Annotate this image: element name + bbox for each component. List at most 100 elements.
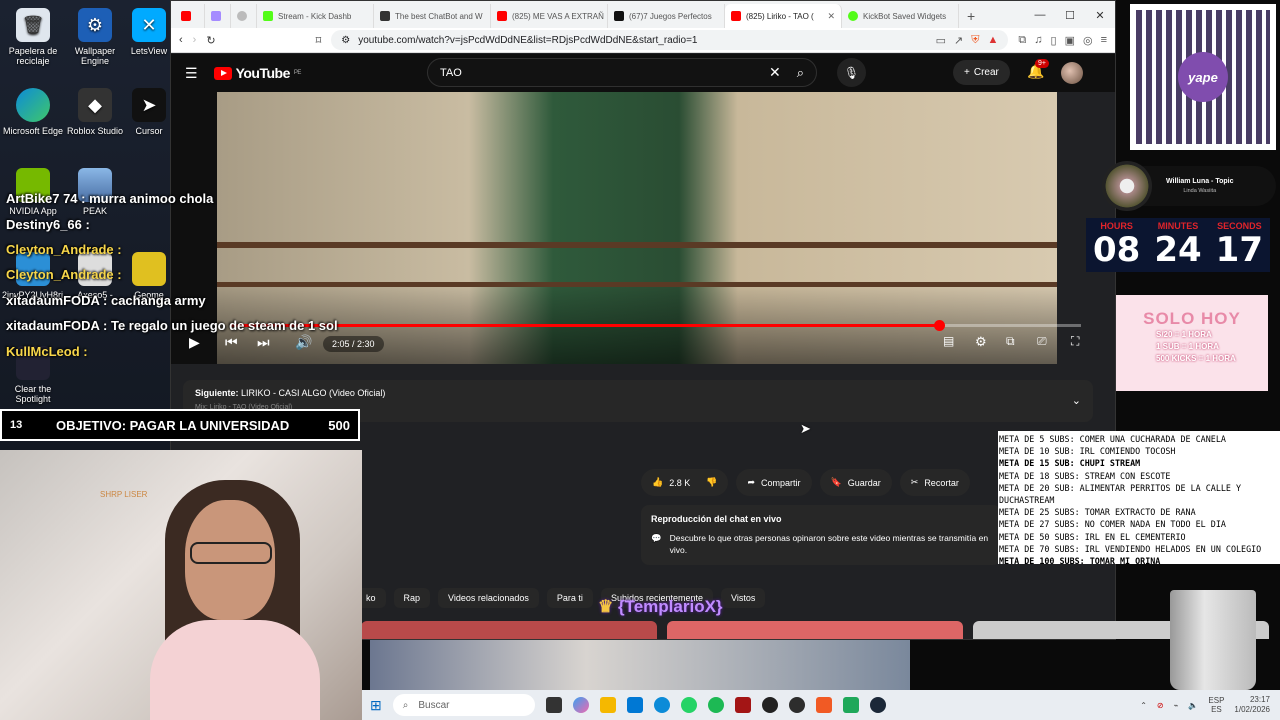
notifications-bell-icon[interactable]: 🔔 9+ xyxy=(1027,59,1049,80)
notification-badge: 9+ xyxy=(1035,59,1049,68)
store-icon[interactable] xyxy=(626,697,643,713)
app-tray-icon[interactable]: ⊘ xyxy=(1157,701,1164,710)
whatsapp-icon[interactable] xyxy=(680,697,697,713)
tab-pinned-3[interactable] xyxy=(231,4,257,28)
extensions-icon[interactable]: ⧉ xyxy=(1018,34,1026,47)
chip[interactable]: Rap xyxy=(393,588,431,608)
tab-me-vas-a-extranar[interactable]: (825) ME VAS A EXTRAÑ xyxy=(491,4,608,28)
minimize-icon[interactable]: — xyxy=(1025,9,1055,28)
tab-kickbot-widgets[interactable]: KickBot Saved Widgets xyxy=(842,4,959,28)
video-thumbnail[interactable] xyxy=(667,621,963,639)
filezilla-icon[interactable] xyxy=(734,697,751,713)
network-icon[interactable]: ⌁ xyxy=(1174,701,1179,710)
wallet-icon[interactable]: ▣ xyxy=(1065,34,1075,47)
search-input[interactable]: TAO ✕ ⌕ xyxy=(427,58,817,87)
settings-gear-icon[interactable]: ⚙ xyxy=(975,334,987,350)
play-icon[interactable]: ▶ xyxy=(189,334,200,351)
next-icon[interactable]: ⏭ xyxy=(257,334,270,351)
tab-chatbot[interactable]: The best ChatBot and W xyxy=(374,4,491,28)
chip[interactable]: Vistos xyxy=(721,588,766,608)
spreadsheet-icon[interactable] xyxy=(842,697,859,713)
close-tab-icon[interactable]: ✕ xyxy=(827,11,835,22)
save-button[interactable]: 🔖 Guardar xyxy=(819,469,892,496)
chat-message: Cleyton_Andrade : xyxy=(6,242,122,257)
clock[interactable]: 23:17 1/02/2026 xyxy=(1234,695,1270,715)
back-icon[interactable]: ‹ xyxy=(179,34,183,46)
task-view-icon[interactable] xyxy=(545,697,562,713)
share-button[interactable]: ➦ Compartir xyxy=(736,469,812,496)
copilot-icon[interactable] xyxy=(572,697,589,713)
youtube-favicon-icon xyxy=(497,11,507,21)
desktop-icon-edge[interactable]: Microsoft Edge xyxy=(2,88,64,136)
vpn-icon[interactable]: ◎ xyxy=(1083,34,1093,47)
fullscreen-icon[interactable]: ⛶ xyxy=(1071,334,1079,349)
countdown-timer: HOURS 08 MINUTES 24 SECONDS 17 xyxy=(1086,218,1270,272)
glasses xyxy=(190,542,272,564)
tab-kick-dashboard[interactable]: Stream - Kick Dashb xyxy=(257,4,374,28)
tab-liriko-tao[interactable]: (825) Liriko - TAO (✕ xyxy=(725,4,842,28)
miniplayer-icon[interactable]: ⧉ xyxy=(1006,334,1015,349)
previous-icon[interactable]: ⏮ xyxy=(225,334,238,351)
volume-icon[interactable]: 🔈 xyxy=(1188,701,1198,710)
thumbs-down-icon[interactable]: 👎 xyxy=(706,477,717,488)
brave-rewards-icon[interactable]: ▲ xyxy=(988,34,999,47)
file-explorer-icon[interactable] xyxy=(599,697,616,713)
close-window-icon[interactable]: ✕ xyxy=(1085,9,1115,28)
forward-icon[interactable]: › xyxy=(193,34,197,46)
hamburger-menu-icon[interactable]: ☰ xyxy=(185,65,198,82)
yape-logo: yape xyxy=(1178,52,1228,102)
volume-icon[interactable]: 🔊 xyxy=(295,334,312,351)
video-thumbnail[interactable] xyxy=(361,621,657,639)
youtube-logo[interactable]: YouTube PE xyxy=(213,65,301,81)
brave-icon[interactable] xyxy=(815,697,832,713)
cast-icon[interactable]: ⎚ xyxy=(1037,334,1047,349)
live-chat-replay[interactable]: Reproducción del chat en vivo 💬 Descubre … xyxy=(641,505,1001,565)
chip[interactable]: Videos relacionados xyxy=(438,588,539,608)
sidebar-icon[interactable]: ▯ xyxy=(1051,34,1057,47)
now-playing-widget: William Luna - Topic Linda Wasiita xyxy=(1102,161,1276,211)
like-button[interactable]: 👍 2.8 K 👎 xyxy=(641,469,729,496)
xbox-icon[interactable] xyxy=(788,697,805,713)
scrubber-handle[interactable] xyxy=(934,320,946,331)
bookmark-icon[interactable]: ⌑ xyxy=(316,34,322,47)
edge-icon[interactable] xyxy=(653,697,670,713)
show-hidden-icon[interactable]: ⌃ xyxy=(1140,701,1147,710)
windows-start-icon[interactable]: ⊞ xyxy=(370,697,382,714)
account-avatar[interactable] xyxy=(1061,62,1083,84)
desktop-icon-cursor[interactable]: ➤ Cursor xyxy=(128,88,170,136)
reload-icon[interactable]: ↻ xyxy=(206,34,215,47)
toolbar-icons: ⧉ ♫ ▯ ▣ ◎ ≡ xyxy=(1018,34,1107,47)
create-button[interactable]: + Crear xyxy=(953,60,1010,85)
desktop-icon-recycle-bin[interactable]: 🗑 Papelera de reciclaje xyxy=(2,8,64,66)
menu-icon[interactable]: ≡ xyxy=(1101,34,1107,47)
chat-message: ArtBike7 74 : murra animoo chola xyxy=(6,191,214,206)
share-icon[interactable]: ↗ xyxy=(954,34,963,47)
desktop-icon-roblox-studio[interactable]: ◆ Roblox Studio xyxy=(64,88,126,136)
tab-pinned-2[interactable] xyxy=(205,4,231,28)
clear-search-icon[interactable]: ✕ xyxy=(769,64,781,81)
media-icon[interactable]: ♫ xyxy=(1034,34,1042,47)
chip[interactable]: Para ti xyxy=(546,588,593,608)
brave-shield-icon[interactable]: ⛨ xyxy=(971,34,979,47)
new-tab-button[interactable]: + xyxy=(959,8,983,28)
meta-line: META DE 25 SUBS: TOMAR EXTRACTO DE RANA xyxy=(999,507,1196,518)
progress-bar[interactable] xyxy=(231,320,1081,331)
search-icon[interactable]: ⌕ xyxy=(797,65,804,81)
tab-youtube-pinned[interactable] xyxy=(175,4,205,28)
taskbar-search[interactable]: ⌕ Buscar xyxy=(392,694,535,716)
tab-juegos-perfectos[interactable]: (67)7 Juegos Perfectos xyxy=(608,4,725,28)
subtitles-icon[interactable]: ▤ xyxy=(943,334,954,348)
language-indicator[interactable]: ESP ES xyxy=(1208,696,1224,714)
obs-icon[interactable] xyxy=(761,697,778,713)
clip-button[interactable]: ✂ Recortar xyxy=(899,469,970,496)
chevron-down-icon[interactable]: ⌄ xyxy=(1072,394,1081,407)
spotify-icon[interactable] xyxy=(707,697,724,713)
steam-icon[interactable] xyxy=(869,697,886,713)
site-info-icon[interactable]: ⚙ xyxy=(341,35,350,46)
maximize-icon[interactable]: ☐ xyxy=(1055,9,1085,28)
microphone-icon[interactable]: 🎙 xyxy=(837,58,866,87)
desktop-icon-wallpaper-engine[interactable]: ⚙ Wallpaper Engine xyxy=(64,8,126,66)
url-field[interactable]: ⚙ youtube.com/watch?v=jsPcdWdDdNE&list=RD… xyxy=(331,30,1009,50)
install-icon[interactable]: ▭ xyxy=(936,34,946,47)
desktop-icon-letsview[interactable]: ✕ LetsView xyxy=(128,8,170,56)
